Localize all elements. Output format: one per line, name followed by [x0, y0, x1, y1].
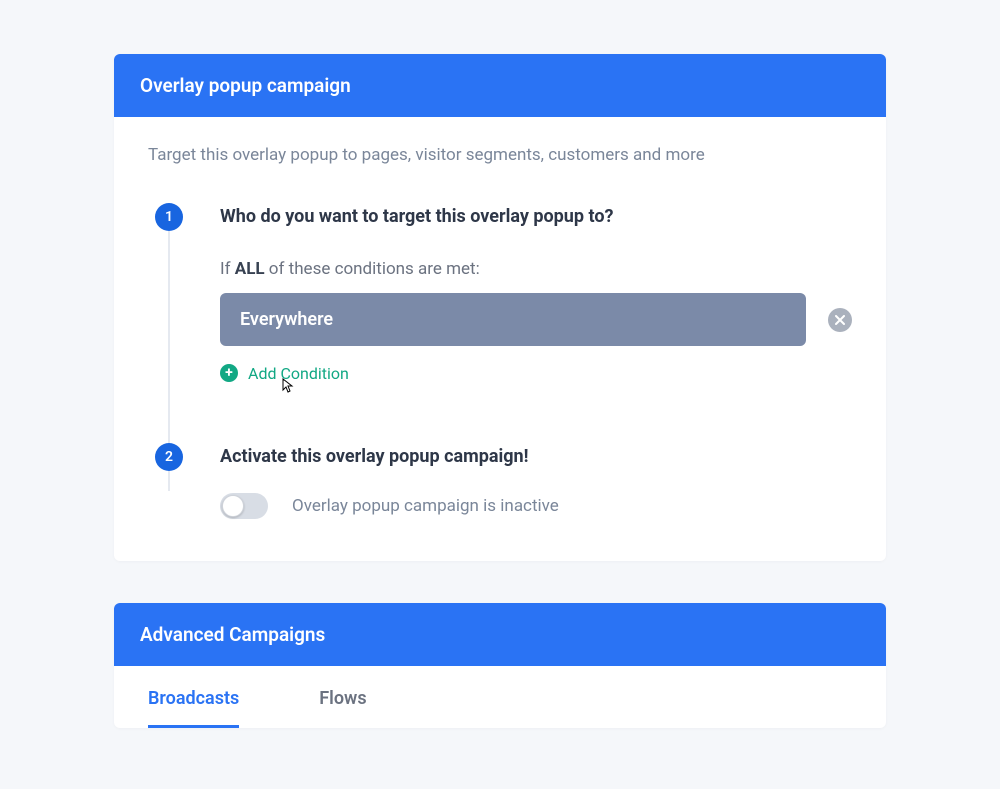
toggle-knob [222, 495, 244, 517]
close-icon [835, 315, 845, 325]
step-2-title: Activate this overlay popup campaign! [220, 443, 852, 471]
step-1-badge: 1 [155, 203, 183, 231]
overlay-card-body: Target this overlay popup to pages, visi… [114, 117, 886, 561]
step-1: 1 Who do you want to target this overlay… [148, 203, 852, 383]
activate-toggle-label: Overlay popup campaign is inactive [292, 496, 559, 516]
activate-toggle[interactable] [220, 493, 268, 519]
conditions-intro: If ALL of these conditions are met: [220, 259, 852, 279]
step-1-title: Who do you want to target this overlay p… [220, 203, 852, 231]
overlay-card-header: Overlay popup campaign [114, 54, 886, 117]
tab-flows[interactable]: Flows [319, 688, 366, 728]
advanced-campaigns-card: Advanced Campaigns Broadcasts Flows [114, 603, 886, 728]
advanced-tabs: Broadcasts Flows [114, 666, 886, 728]
tab-broadcasts[interactable]: Broadcasts [148, 688, 239, 728]
add-condition-label: Add Condition [248, 364, 349, 383]
condition-select[interactable]: Everywhere [220, 293, 806, 346]
overlay-card-subtitle: Target this overlay popup to pages, visi… [148, 145, 852, 165]
overlay-popup-card: Overlay popup campaign Target this overl… [114, 54, 886, 561]
activate-toggle-row: Overlay popup campaign is inactive [220, 493, 852, 519]
add-condition-button[interactable]: + Add Condition [220, 364, 349, 383]
step-2-badge: 2 [155, 443, 183, 471]
condition-row: Everywhere [220, 293, 852, 346]
step-2: 2 Activate this overlay popup campaign! … [148, 443, 852, 519]
advanced-card-header: Advanced Campaigns [114, 603, 886, 666]
plus-circle-icon: + [220, 364, 238, 382]
remove-condition-button[interactable] [828, 308, 852, 332]
